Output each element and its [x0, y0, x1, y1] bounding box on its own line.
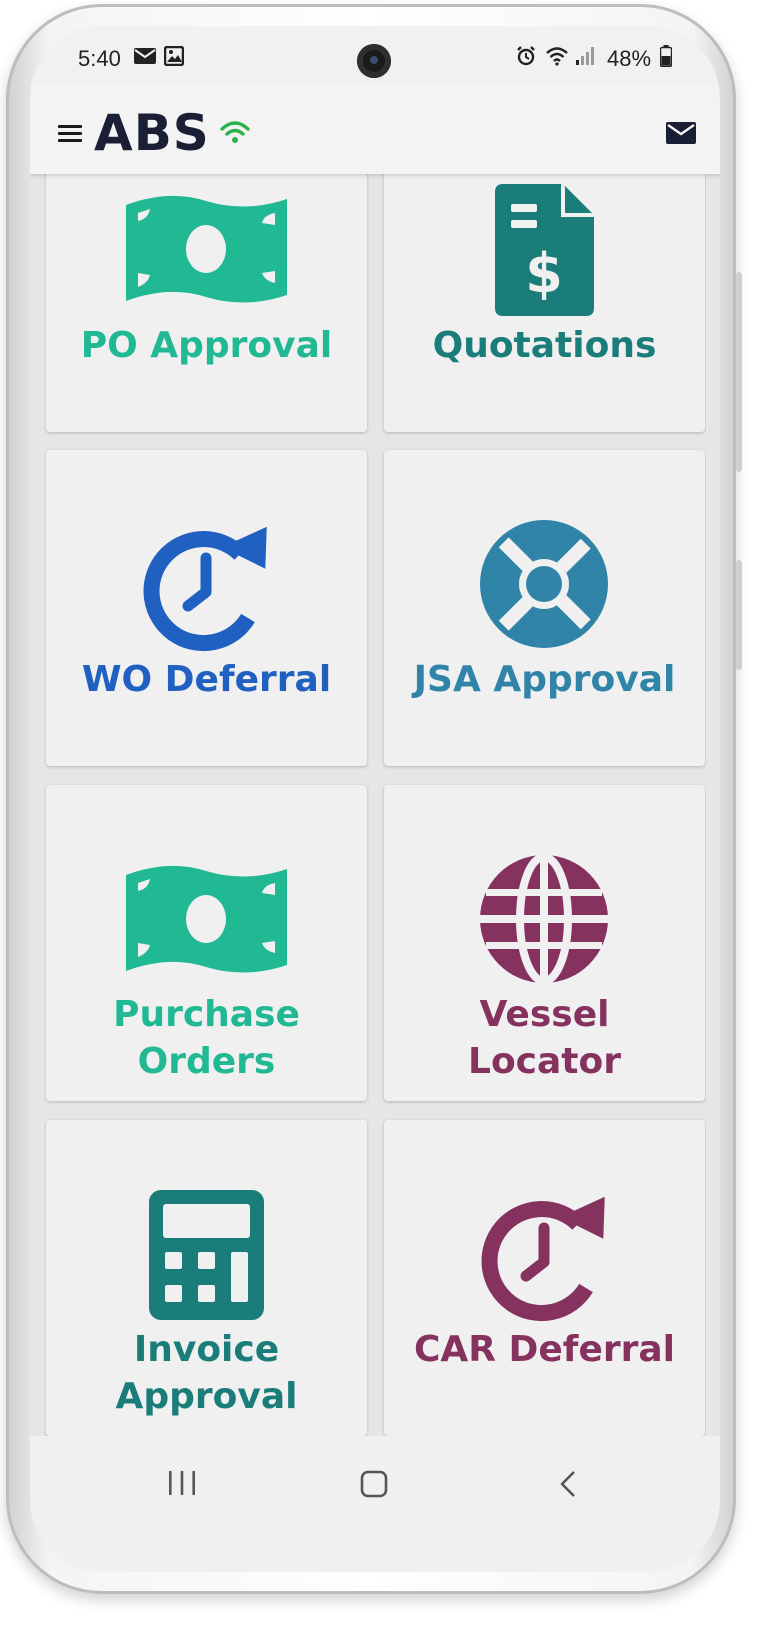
tile-label: CAR Deferral — [413, 1329, 676, 1370]
home-icon[interactable] — [360, 1470, 388, 1498]
app-title: ABS — [94, 104, 210, 162]
tile-label: WO Deferral — [81, 659, 332, 700]
clock-rotate-icon — [143, 526, 267, 652]
life-ring-icon — [480, 520, 608, 648]
tile-label-line-1: Vessel — [479, 994, 610, 1035]
tile-quotations[interactable]: $ Quotations — [384, 174, 705, 432]
tile-label: PO Approval — [80, 325, 333, 366]
wifi-icon — [546, 47, 568, 66]
recent-apps-icon[interactable] — [167, 1470, 197, 1496]
screen: 5:40 48% ABS PO Approval $ Quotations WO… — [30, 26, 720, 1572]
tile-jsa-approval[interactable]: JSA Approval — [384, 450, 705, 766]
battery-percentage: 48% — [607, 46, 652, 71]
tile-vessel-locator[interactable]: Vessel Locator — [384, 785, 705, 1101]
alarm-icon — [517, 46, 535, 66]
mail-icon — [134, 48, 156, 64]
image-icon — [164, 46, 184, 66]
mail-icon[interactable] — [666, 122, 696, 144]
invoice-dollar-icon: $ — [495, 184, 594, 316]
tile-label-line-2: Locator — [468, 1041, 621, 1082]
tile-purchase-orders[interactable]: Purchase Orders — [46, 785, 367, 1101]
phone-frame: 5:40 48% ABS PO Approval $ Quotations WO… — [6, 4, 742, 1594]
app-header: ABS — [30, 82, 720, 174]
battery-icon — [660, 45, 672, 67]
money-bill-icon — [126, 195, 287, 303]
front-camera — [357, 44, 391, 78]
navigation-bar — [30, 1436, 720, 1572]
back-icon[interactable] — [558, 1470, 578, 1498]
tile-invoice-approval[interactable]: Invoice Approval — [46, 1120, 367, 1436]
tile-po-approval[interactable]: PO Approval — [46, 174, 367, 432]
clock-rotate-icon — [481, 1196, 605, 1322]
tile-label-line-2: Approval — [115, 1376, 298, 1417]
svg-text:$: $ — [525, 242, 563, 305]
tile-label-line-2: Orders — [137, 1041, 276, 1082]
tile-car-deferral[interactable]: CAR Deferral — [384, 1120, 705, 1436]
globe-icon — [480, 855, 608, 983]
tile-label-line-1: Purchase — [113, 994, 300, 1035]
power-button — [736, 560, 742, 670]
menu-icon[interactable] — [58, 125, 82, 143]
volume-button — [736, 272, 742, 472]
tile-label: Quotations — [432, 325, 657, 366]
tile-wo-deferral[interactable]: WO Deferral — [46, 450, 367, 766]
status-bar: 5:40 48% — [30, 26, 720, 82]
module-grid: PO Approval $ Quotations WO Deferral JSA… — [44, 174, 706, 1436]
calculator-icon — [149, 1190, 264, 1320]
tile-label: JSA Approval — [413, 659, 676, 700]
connection-wifi-icon — [220, 121, 250, 143]
tile-label-line-1: Invoice — [133, 1329, 280, 1370]
status-time: 5:40 — [78, 46, 121, 71]
money-bill-icon — [126, 865, 287, 973]
signal-icon — [576, 47, 594, 65]
